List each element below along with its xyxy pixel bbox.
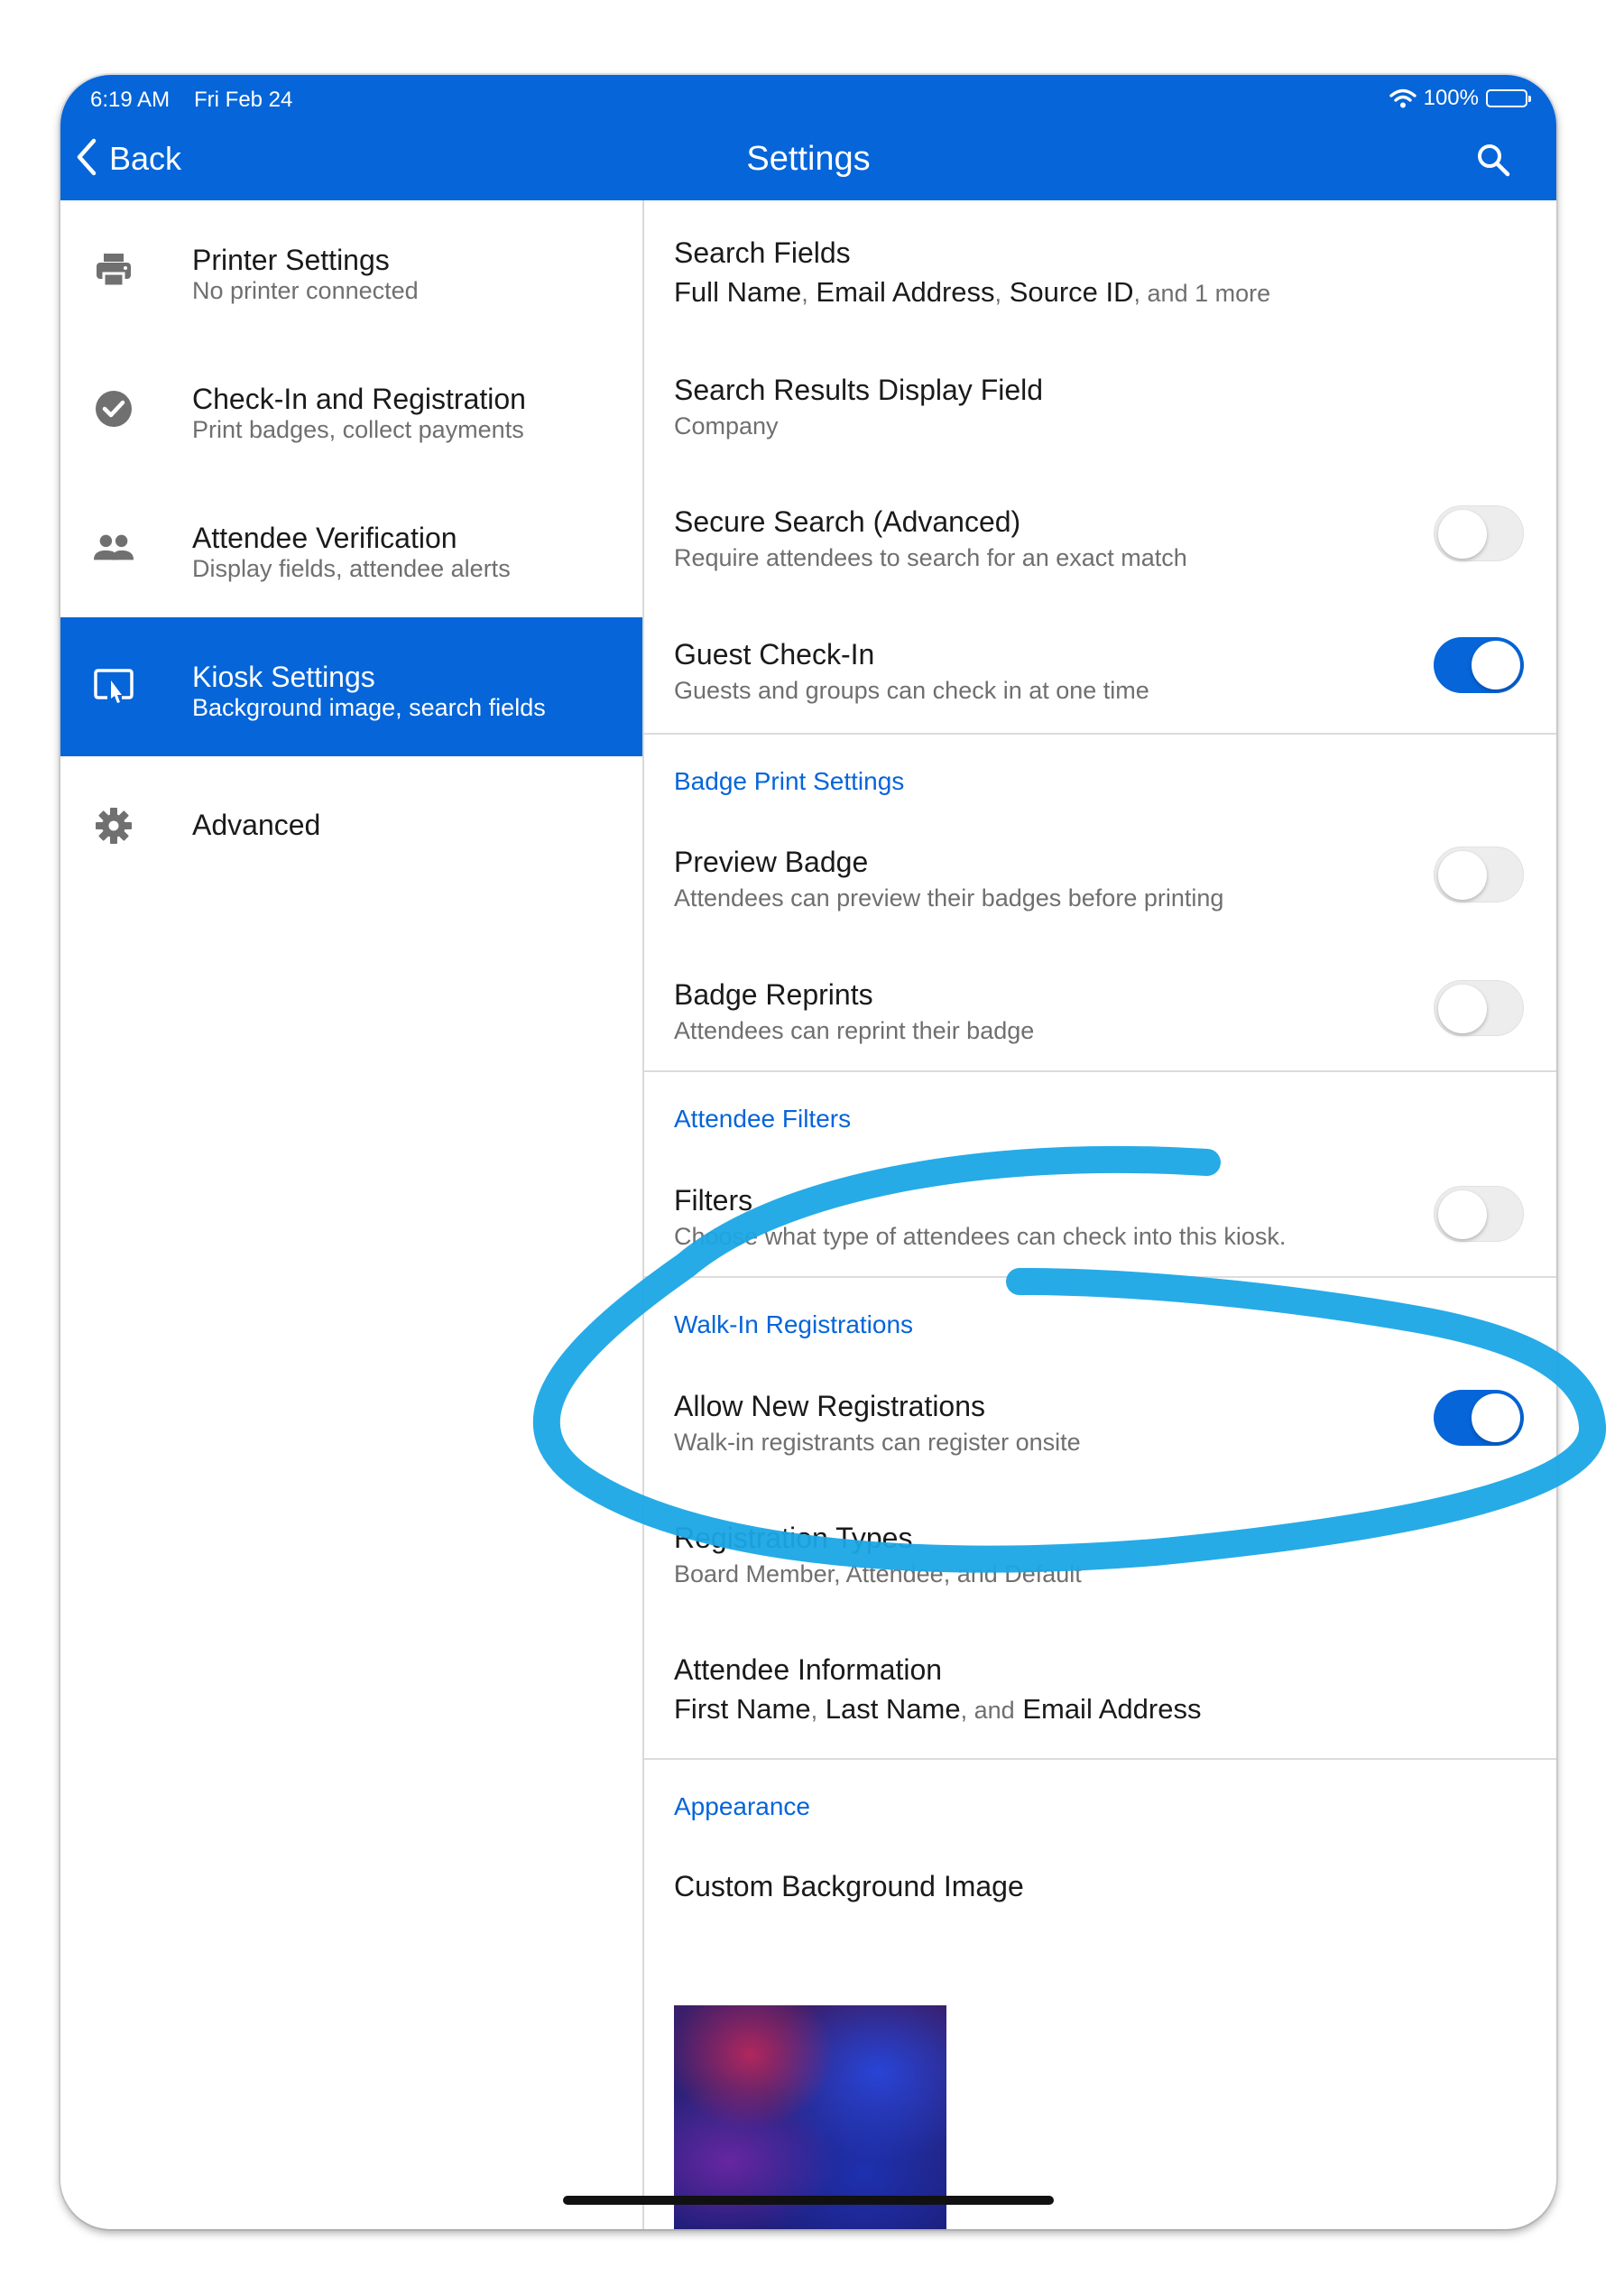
search-icon bbox=[1475, 144, 1511, 181]
row-subtitle: Require attendees to search for an exact… bbox=[674, 544, 1187, 571]
sidebar-item-subtitle: Print badges, collect payments bbox=[192, 416, 524, 443]
search-fields-row[interactable]: Search Fields Full Name, Email Address, … bbox=[644, 200, 1556, 336]
section-divider bbox=[644, 1758, 1556, 1760]
row-title: Search Results Display Field bbox=[674, 374, 1044, 406]
kiosk-touch-icon bbox=[93, 666, 134, 708]
sidebar-item-attendee-verification[interactable]: Attendee Verification Display fields, at… bbox=[60, 478, 642, 617]
section-divider bbox=[644, 1070, 1556, 1072]
search-results-display-row[interactable]: Search Results Display Field Company bbox=[644, 336, 1556, 467]
battery-percentage: 100% bbox=[1423, 86, 1479, 110]
section-header-attendee-filters: Attendee Filters bbox=[674, 1105, 852, 1133]
row-title: Custom Background Image bbox=[674, 1870, 1024, 1902]
page-title: Settings bbox=[746, 140, 871, 178]
row-title: Attendee Information bbox=[674, 1653, 943, 1686]
battery-icon bbox=[1486, 89, 1531, 107]
wifi-icon bbox=[1389, 88, 1416, 108]
sidebar-item-title: Check-In and Registration bbox=[192, 383, 526, 415]
kiosk-settings-panel: Search Fields Full Name, Email Address, … bbox=[644, 200, 1556, 2229]
section-header-walk-in: Walk-In Registrations bbox=[674, 1310, 914, 1338]
home-indicator[interactable] bbox=[563, 2196, 1054, 2205]
sidebar-item-title: Advanced bbox=[192, 809, 321, 841]
row-title: Preview Badge bbox=[674, 846, 869, 878]
sidebar-item-advanced[interactable]: Advanced bbox=[60, 756, 642, 895]
row-subtitle: Guests and groups can check in at one ti… bbox=[674, 677, 1149, 704]
sidebar-item-kiosk-settings[interactable]: Kiosk Settings Background image, search … bbox=[60, 617, 642, 756]
custom-background-row[interactable]: Custom Background Image bbox=[644, 1834, 1556, 1906]
row-title: Secure Search (Advanced) bbox=[674, 505, 1021, 538]
secure-search-toggle[interactable] bbox=[1434, 505, 1524, 561]
sidebar-item-check-in-and-registration[interactable]: Check-In and Registration Print badges, … bbox=[60, 339, 642, 478]
sidebar-item-title: Kiosk Settings bbox=[192, 661, 375, 693]
preview-badge-row: Preview Badge Attendees can preview thei… bbox=[644, 810, 1556, 942]
ipad-screen: 6:19 AM Fri Feb 24 100% Back Settings Pr… bbox=[60, 75, 1556, 2229]
row-title: Badge Reprints bbox=[674, 978, 873, 1011]
sidebar-item-subtitle: Background image, search fields bbox=[192, 694, 546, 721]
row-title: Guest Check-In bbox=[674, 638, 875, 671]
status-time: 6:19 AM bbox=[90, 88, 171, 112]
row-title: Filters bbox=[674, 1184, 753, 1217]
filters-row: Filters Choose what type of attendees ca… bbox=[644, 1148, 1556, 1274]
sidebar-item-subtitle: Display fields, attendee alerts bbox=[192, 555, 511, 582]
status-date: Fri Feb 24 bbox=[194, 88, 293, 112]
settings-sidebar: Printer Settings No printer connected Ch… bbox=[60, 200, 642, 2229]
row-subtitle: Choose what type of attendees can check … bbox=[674, 1223, 1287, 1250]
section-header-badge-print: Badge Print Settings bbox=[674, 767, 905, 795]
section-divider bbox=[644, 1276, 1556, 1278]
sidebar-item-subtitle: No printer connected bbox=[192, 277, 419, 304]
section-divider bbox=[644, 733, 1556, 735]
people-icon bbox=[93, 527, 134, 569]
guest-check-in-row: Guest Check-In Guests and groups can che… bbox=[644, 600, 1556, 730]
row-subtitle: Attendees can preview their badges befor… bbox=[674, 884, 1224, 912]
sidebar-item-title: Printer Settings bbox=[192, 244, 390, 276]
guest-check-in-toggle[interactable] bbox=[1434, 637, 1524, 693]
row-title: Search Fields bbox=[674, 236, 851, 269]
search-button[interactable] bbox=[1475, 142, 1511, 182]
row-subtitle: Board Member, Attendee, and Default bbox=[674, 1560, 1082, 1587]
filters-toggle[interactable] bbox=[1434, 1186, 1524, 1242]
allow-new-registrations-row: Allow New Registrations Walk-in registra… bbox=[644, 1354, 1556, 1485]
printer-icon bbox=[93, 249, 134, 291]
navigation-bar: 6:19 AM Fri Feb 24 100% Back Settings bbox=[60, 75, 1556, 200]
row-title: Registration Types bbox=[674, 1522, 913, 1554]
badge-reprints-toggle[interactable] bbox=[1434, 980, 1524, 1036]
check-circle-icon bbox=[93, 388, 134, 430]
row-subtitle: Attendees can reprint their badge bbox=[674, 1017, 1035, 1044]
attendee-information-row[interactable]: Attendee Information First Name, Last Na… bbox=[644, 1617, 1556, 1756]
sidebar-item-printer-settings[interactable]: Printer Settings No printer connected bbox=[60, 200, 642, 339]
attendee-information-values: First Name, Last Name, and Email Address bbox=[674, 1693, 1202, 1725]
sidebar-item-title: Attendee Verification bbox=[192, 522, 457, 554]
registration-types-row[interactable]: Registration Types Board Member, Attende… bbox=[644, 1485, 1556, 1617]
section-header-appearance: Appearance bbox=[674, 1792, 811, 1820]
badge-reprints-row: Badge Reprints Attendees can reprint the… bbox=[644, 942, 1556, 1069]
gear-icon bbox=[93, 805, 134, 847]
search-fields-values: Full Name, Email Address, Source ID, and… bbox=[674, 276, 1271, 308]
secure-search-row: Secure Search (Advanced) Require attende… bbox=[644, 467, 1556, 600]
row-title: Allow New Registrations bbox=[674, 1390, 986, 1422]
preview-badge-toggle[interactable] bbox=[1434, 847, 1524, 902]
row-subtitle: Walk-in registrants can register onsite bbox=[674, 1429, 1081, 1456]
row-subtitle: Company bbox=[674, 412, 779, 440]
allow-new-registrations-toggle[interactable] bbox=[1434, 1390, 1524, 1446]
status-indicators: 100% bbox=[1389, 86, 1531, 111]
